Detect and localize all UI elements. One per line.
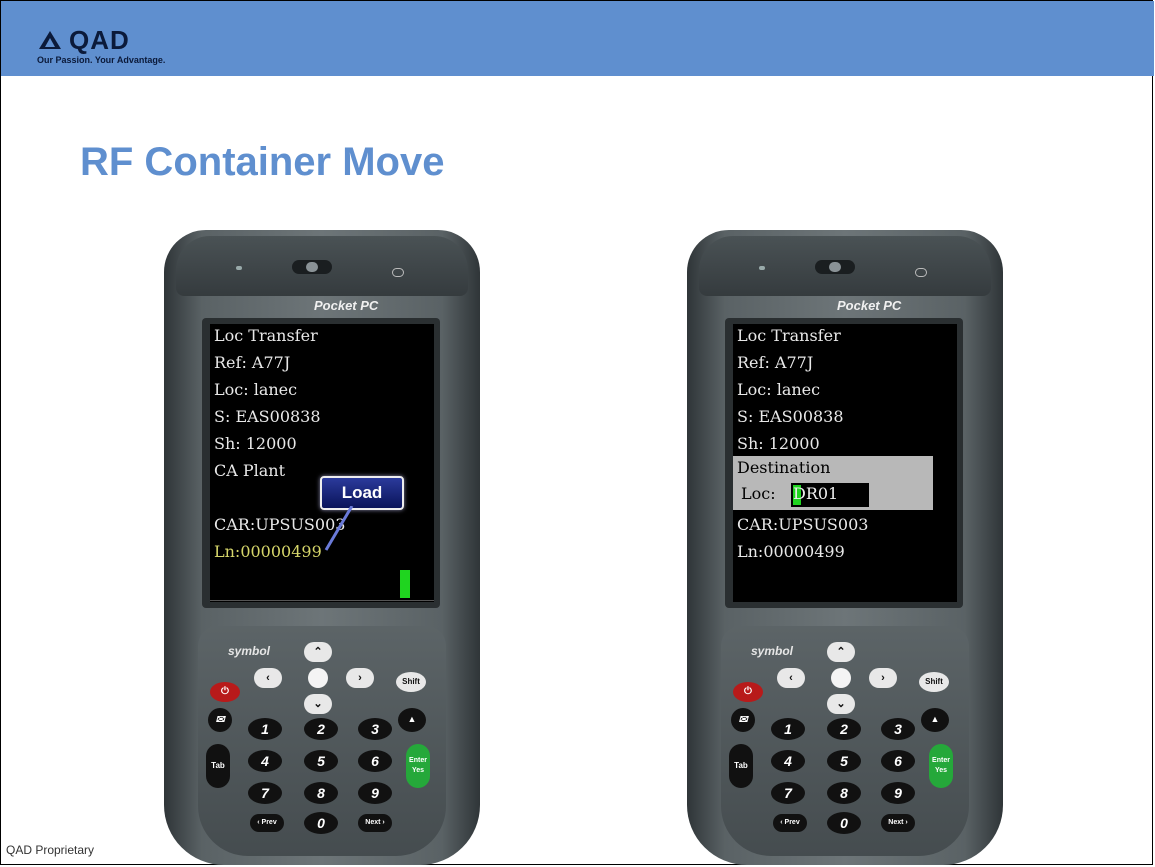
brand-label: Pocket PC — [837, 298, 902, 313]
device-right: Pocket PC Loc Transfer Ref: A77J Loc: la… — [687, 230, 1003, 865]
device-screen: Loc Transfer Ref: A77J Loc: lanec S: EAS… — [733, 324, 957, 602]
device-screen: Loc Transfer Ref: A77J Loc: lanec S: EAS… — [210, 324, 434, 602]
screen-divider — [210, 600, 434, 601]
left-arrow-key[interactable]: ‹ — [254, 668, 282, 688]
enter-key[interactable]: Enter Yes — [406, 744, 430, 788]
key-2[interactable]: 2 — [304, 718, 338, 740]
header-bar: QAD Our Passion. Your Advantage. — [1, 1, 1154, 76]
screen-line: Loc: lanec — [214, 380, 298, 399]
screen-line: Ref: A77J — [214, 353, 291, 372]
screen-line: Sh: 12000 — [214, 434, 297, 453]
key-9[interactable]: 9 — [881, 782, 915, 804]
tab-key[interactable]: Tab — [206, 744, 230, 788]
brand-label: Pocket PC — [314, 298, 379, 313]
mail-key[interactable]: ✉ — [208, 708, 232, 732]
center-key[interactable] — [831, 668, 851, 688]
camera-lens — [306, 262, 318, 272]
screen-line: S: EAS00838 — [214, 407, 321, 426]
key-8[interactable]: 8 — [827, 782, 861, 804]
prev-key[interactable]: ‹ Prev — [773, 814, 807, 832]
screen-line: S: EAS00838 — [737, 407, 844, 426]
scroll-up-key[interactable]: ⌃ — [827, 642, 855, 662]
contacts-key[interactable]: ▲ — [921, 708, 949, 732]
scroll-down-key[interactable]: ⌄ — [827, 694, 855, 714]
power-button[interactable]: ⏻ — [210, 682, 240, 702]
keypad: symbol ⌃ ⏻ ‹ › Shift ⌄ ✉ ▲ Tab Enter Yes… — [198, 626, 446, 856]
load-callout: Load — [320, 476, 404, 510]
screen-line: Loc Transfer — [214, 326, 318, 345]
key-8[interactable]: 8 — [304, 782, 338, 804]
key-6[interactable]: 6 — [358, 750, 392, 772]
key-5[interactable]: 5 — [827, 750, 861, 772]
cursor-indicator — [400, 570, 410, 598]
key-5[interactable]: 5 — [304, 750, 338, 772]
status-light — [915, 268, 927, 277]
qad-logo-icon — [39, 31, 61, 49]
left-arrow-key[interactable]: ‹ — [777, 668, 805, 688]
destination-loc-label: Loc: — [741, 484, 776, 503]
key-1[interactable]: 1 — [771, 718, 805, 740]
screen-line: Loc Transfer — [737, 326, 841, 345]
next-key[interactable]: Next › — [881, 814, 915, 832]
key-4[interactable]: 4 — [248, 750, 282, 772]
logo-text: QAD — [69, 25, 130, 55]
destination-loc-value[interactable]: DR01 — [793, 484, 838, 504]
callout-pointer — [324, 506, 354, 551]
footer-text: QAD Proprietary — [6, 843, 95, 857]
status-light — [392, 268, 404, 277]
key-6[interactable]: 6 — [881, 750, 915, 772]
prev-key[interactable]: ‹ Prev — [250, 814, 284, 832]
keypad-brand: symbol — [228, 644, 271, 658]
right-arrow-key[interactable]: › — [869, 668, 897, 688]
camera-lens — [829, 262, 841, 272]
logo-tagline: Our Passion. Your Advantage. — [37, 55, 166, 65]
key-0[interactable]: 0 — [304, 812, 338, 834]
key-2[interactable]: 2 — [827, 718, 861, 740]
screen-line-highlight[interactable]: Ln:00000499 — [214, 542, 322, 562]
led-indicator — [236, 266, 242, 270]
right-arrow-key[interactable]: › — [346, 668, 374, 688]
key-9[interactable]: 9 — [358, 782, 392, 804]
enter-key[interactable]: Enter Yes — [929, 744, 953, 788]
key-0[interactable]: 0 — [827, 812, 861, 834]
mail-key[interactable]: ✉ — [731, 708, 755, 732]
contacts-key[interactable]: ▲ — [398, 708, 426, 732]
slide-title: RF Container Move — [80, 140, 445, 184]
key-3[interactable]: 3 — [358, 718, 392, 740]
keypad-brand: symbol — [751, 644, 794, 658]
screen-line: Ref: A77J — [737, 353, 814, 372]
destination-label: Destination — [737, 458, 831, 477]
power-button[interactable]: ⏻ — [733, 682, 763, 702]
led-indicator — [759, 266, 765, 270]
destination-panel: Destination Loc: DR01 — [733, 456, 933, 510]
tab-key[interactable]: Tab — [729, 744, 753, 788]
key-1[interactable]: 1 — [248, 718, 282, 740]
key-4[interactable]: 4 — [771, 750, 805, 772]
next-key[interactable]: Next › — [358, 814, 392, 832]
screen-line: Sh: 12000 — [737, 434, 820, 453]
shift-key[interactable]: Shift — [919, 672, 949, 692]
center-key[interactable] — [308, 668, 328, 688]
callout-label: Load — [341, 483, 383, 502]
screen-line: Ln:00000499 — [737, 542, 845, 561]
screen-line: CA Plant — [214, 461, 286, 480]
screen-line: CAR:UPSUS003 — [737, 515, 869, 534]
device-left: Pocket PC Loc Transfer Ref: A77J Loc: la… — [164, 230, 480, 865]
scroll-up-key[interactable]: ⌃ — [304, 642, 332, 662]
scroll-down-key[interactable]: ⌄ — [304, 694, 332, 714]
key-3[interactable]: 3 — [881, 718, 915, 740]
key-7[interactable]: 7 — [248, 782, 282, 804]
keypad: symbol ⌃ ⏻ ‹ › Shift ⌄ ✉ ▲ Tab Enter Yes… — [721, 626, 969, 856]
shift-key[interactable]: Shift — [396, 672, 426, 692]
screen-line: Loc: lanec — [737, 380, 821, 399]
key-7[interactable]: 7 — [771, 782, 805, 804]
